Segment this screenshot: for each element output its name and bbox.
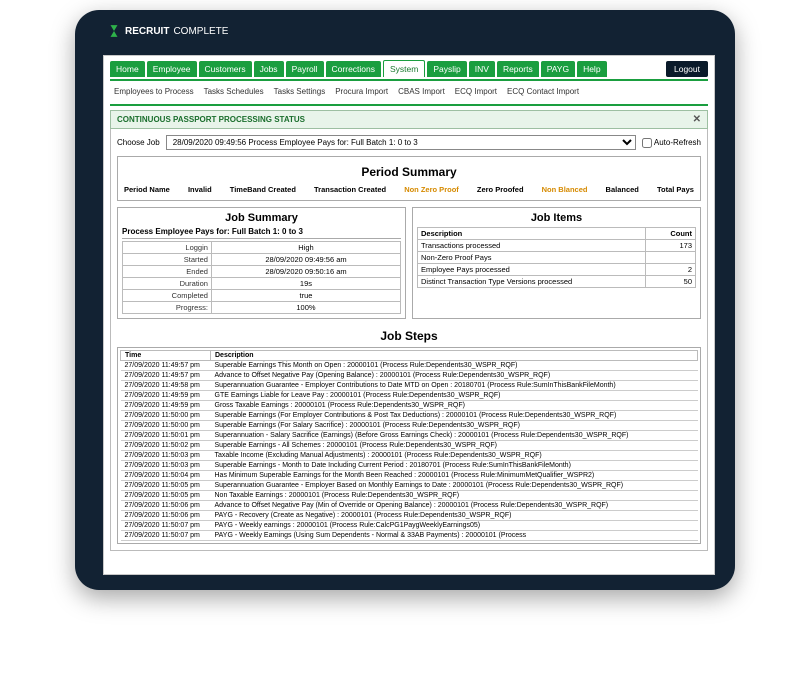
table-row: 27/09/2020 11:49:59 pmGross Taxable Earn… bbox=[121, 401, 698, 411]
table-row: Completedtrue bbox=[123, 290, 401, 302]
panel-header: CONTINUOUS PASSPORT PROCESSING STATUS ✕ bbox=[110, 110, 708, 129]
table-row: 27/09/2020 11:50:00 pmSuperable Earnings… bbox=[121, 421, 698, 431]
app-window: HomeEmployeeCustomersJobsPayrollCorrecti… bbox=[103, 55, 715, 575]
table-row: 27/09/2020 11:49:59 pmGTE Earnings Liabl… bbox=[121, 391, 698, 401]
period-col: TimeBand Created bbox=[230, 185, 296, 194]
table-row: Ended28/09/2020 09:50:16 am bbox=[123, 266, 401, 278]
subnav-tasks-settings[interactable]: Tasks Settings bbox=[272, 85, 328, 98]
table-row: 27/09/2020 11:50:02 pmSuperable Earnings… bbox=[121, 441, 698, 451]
period-col: Non Blanced bbox=[542, 185, 588, 194]
job-items-box: Job Items DescriptionCountTransactions p… bbox=[412, 207, 701, 319]
subnav-employees-to-process[interactable]: Employees to Process bbox=[112, 85, 196, 98]
auto-refresh-checkbox[interactable] bbox=[642, 138, 652, 148]
nav-tab-help[interactable]: Help bbox=[577, 61, 606, 77]
close-icon[interactable]: ✕ bbox=[693, 114, 701, 125]
choose-job-label: Choose Job bbox=[117, 138, 160, 147]
table-header: DescriptionCount bbox=[418, 228, 696, 240]
period-col: Total Pays bbox=[657, 185, 694, 194]
job-steps-table: TimeDescription27/09/2020 11:49:57 pmSup… bbox=[120, 350, 698, 541]
app-card: RECRUIT COMPLETE HomeEmployeeCustomersJo… bbox=[75, 10, 735, 590]
subnav-ecq-import[interactable]: ECQ Import bbox=[453, 85, 499, 98]
panel-body: Choose Job 28/09/2020 09:49:56 Process E… bbox=[110, 129, 708, 551]
main-nav: HomeEmployeeCustomersJobsPayrollCorrecti… bbox=[104, 56, 714, 79]
table-row: 27/09/2020 11:50:05 pmSuperannuation Gua… bbox=[121, 481, 698, 491]
subnav-cbas-import[interactable]: CBAS Import bbox=[396, 85, 447, 98]
logo-icon bbox=[107, 24, 121, 38]
auto-refresh-label: Auto-Refresh bbox=[654, 138, 701, 147]
table-row: Transactions processed173 bbox=[418, 240, 696, 252]
job-select[interactable]: 28/09/2020 09:49:56 Process Employee Pay… bbox=[166, 135, 636, 150]
table-row: 27/09/2020 11:49:58 pmSuperannuation Gua… bbox=[121, 381, 698, 391]
nav-tab-system[interactable]: System bbox=[383, 60, 425, 77]
table-row: 27/09/2020 11:50:03 pmTaxable Income (Ex… bbox=[121, 451, 698, 461]
brand-logo: RECRUIT COMPLETE bbox=[75, 22, 735, 48]
subnav-tasks-schedules[interactable]: Tasks Schedules bbox=[202, 85, 266, 98]
nav-tab-payg[interactable]: PAYG bbox=[541, 61, 575, 77]
summary-two-col: Job Summary Process Employee Pays for: F… bbox=[117, 207, 701, 325]
table-row: 27/09/2020 11:50:07 pmPAYG - Weekly Earn… bbox=[121, 531, 698, 541]
table-row: Distinct Transaction Type Versions proce… bbox=[418, 276, 696, 288]
auto-refresh-toggle[interactable]: Auto-Refresh bbox=[642, 138, 701, 148]
choose-job-row: Choose Job 28/09/2020 09:49:56 Process E… bbox=[117, 135, 701, 150]
period-col: Period Name bbox=[124, 185, 170, 194]
subnav-ecq-contact-import[interactable]: ECQ Contact Import bbox=[505, 85, 581, 98]
job-summary-subhead: Process Employee Pays for: Full Batch 1:… bbox=[122, 227, 401, 239]
table-row: 27/09/2020 11:50:04 pmHas Minimum Supera… bbox=[121, 471, 698, 481]
job-summary-box: Job Summary Process Employee Pays for: F… bbox=[117, 207, 406, 319]
subnav-divider bbox=[110, 104, 708, 106]
period-col: Transaction Created bbox=[314, 185, 386, 194]
table-row: Non-Zero Proof Pays bbox=[418, 252, 696, 264]
period-summary-columns: Period Name Invalid TimeBand Created Transa… bbox=[122, 183, 696, 196]
subnav-procura-import[interactable]: Procura Import bbox=[333, 85, 390, 98]
nav-tab-payroll[interactable]: Payroll bbox=[286, 61, 324, 77]
table-row: 27/09/2020 11:50:03 pmSuperable Earnings… bbox=[121, 461, 698, 471]
table-row: 27/09/2020 11:50:01 pmSuperannuation - S… bbox=[121, 431, 698, 441]
job-steps-box: TimeDescription27/09/2020 11:49:57 pmSup… bbox=[117, 347, 701, 544]
period-col: Invalid bbox=[188, 185, 212, 194]
brand-sub: COMPLETE bbox=[173, 26, 228, 37]
table-row: 27/09/2020 11:50:06 pmPAYG - Recovery (C… bbox=[121, 511, 698, 521]
table-row: Started28/09/2020 09:49:56 am bbox=[123, 254, 401, 266]
job-summary-title: Job Summary bbox=[122, 212, 401, 224]
logout-button[interactable]: Logout bbox=[666, 61, 708, 77]
table-row: 27/09/2020 11:50:06 pmAdvance to Offset … bbox=[121, 501, 698, 511]
nav-tab-inv[interactable]: INV bbox=[469, 61, 495, 77]
table-header: TimeDescription bbox=[121, 351, 698, 361]
nav-tab-home[interactable]: Home bbox=[110, 61, 145, 77]
nav-tab-reports[interactable]: Reports bbox=[497, 61, 539, 77]
nav-tab-employee[interactable]: Employee bbox=[147, 61, 197, 77]
table-row: 27/09/2020 11:50:07 pmPAYG - Weekly earn… bbox=[121, 521, 698, 531]
table-row: 27/09/2020 11:50:00 pmSuperable Earnings… bbox=[121, 411, 698, 421]
job-summary-table: LogginHighStarted28/09/2020 09:49:56 amE… bbox=[122, 241, 401, 314]
job-items-table: DescriptionCountTransactions processed17… bbox=[417, 227, 696, 288]
table-row: Employee Pays processed2 bbox=[418, 264, 696, 276]
panel-title: CONTINUOUS PASSPORT PROCESSING STATUS bbox=[117, 115, 305, 124]
period-col: Balanced bbox=[606, 185, 639, 194]
nav-tab-payslip[interactable]: Payslip bbox=[427, 61, 466, 77]
sub-nav: Employees to Process Tasks Schedules Tasks… bbox=[104, 81, 714, 102]
table-row: LogginHigh bbox=[123, 242, 401, 254]
table-row: 27/09/2020 11:49:57 pmAdvance to Offset … bbox=[121, 371, 698, 381]
table-row: 27/09/2020 11:49:57 pmSuperable Earnings… bbox=[121, 361, 698, 371]
job-items-title: Job Items bbox=[417, 212, 696, 224]
table-row: Progress:100% bbox=[123, 302, 401, 314]
period-col: Zero Proofed bbox=[477, 185, 524, 194]
period-summary-box: Period Summary Period Name Invalid TimeBan… bbox=[117, 156, 701, 201]
table-row: 27/09/2020 11:50:05 pmNon Taxable Earnin… bbox=[121, 491, 698, 501]
period-summary-title: Period Summary bbox=[122, 165, 696, 179]
nav-tab-jobs[interactable]: Jobs bbox=[254, 61, 284, 77]
table-row: Duration19s bbox=[123, 278, 401, 290]
job-steps-title: Job Steps bbox=[117, 329, 701, 343]
nav-tab-corrections[interactable]: Corrections bbox=[326, 61, 381, 77]
period-col: Non Zero Proof bbox=[404, 185, 459, 194]
brand-name: RECRUIT bbox=[125, 26, 169, 37]
nav-tab-customers[interactable]: Customers bbox=[199, 61, 252, 77]
